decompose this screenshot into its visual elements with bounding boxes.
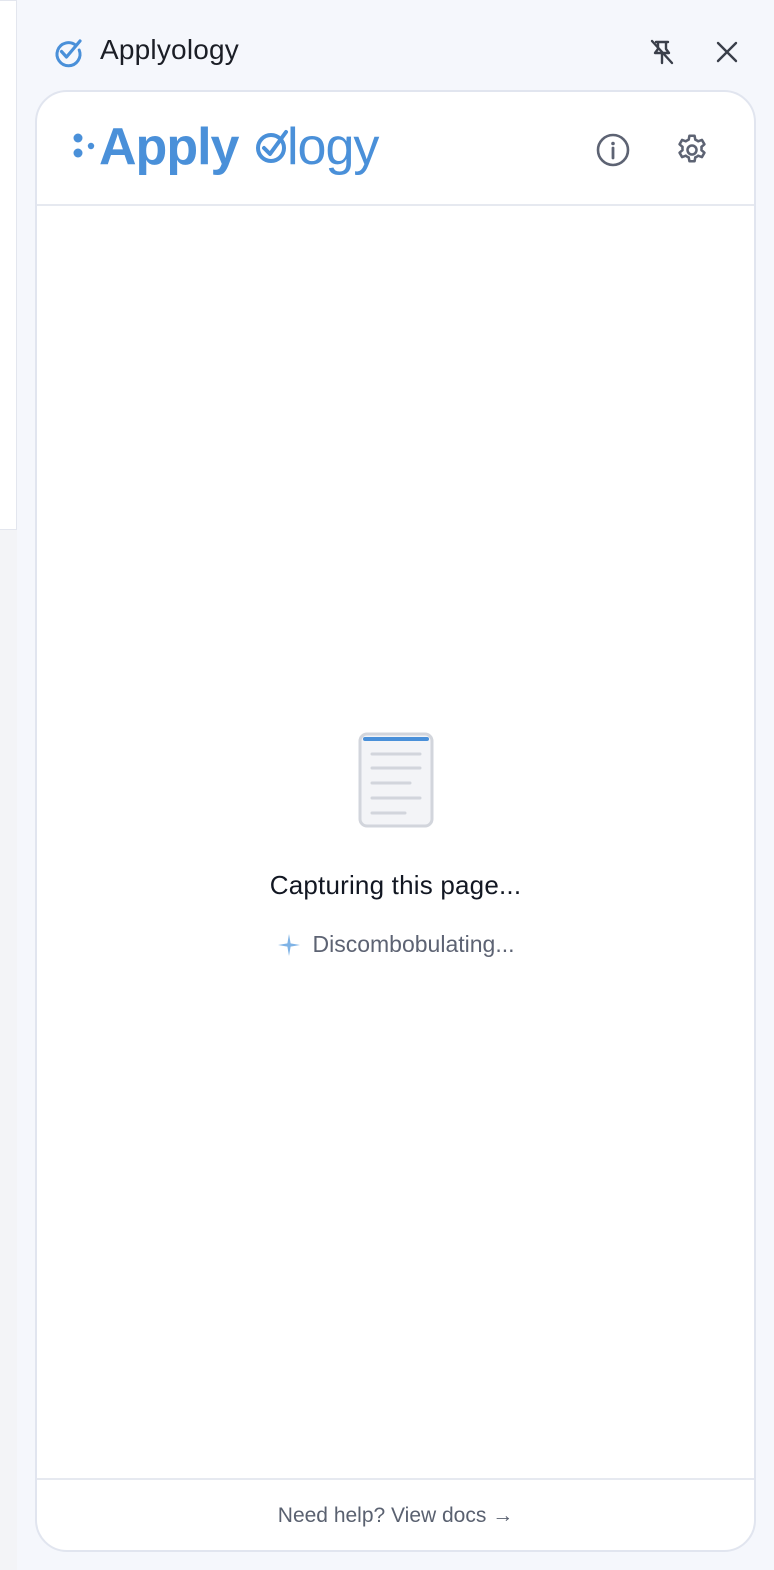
card-header: Apply logy [37,92,754,206]
unpin-button[interactable] [646,36,678,68]
sparkle-icon [277,933,300,956]
loading-status-text: Discombobulating... [312,931,515,957]
info-icon [596,133,630,167]
side-panel-header: Applyology [36,0,774,92]
loading-title: Capturing this page... [269,870,522,900]
document-icon [358,732,433,828]
card-footer: Need help? View docs → [37,1478,754,1550]
svg-text:logy: logy [287,118,379,176]
gear-icon [678,134,706,163]
background-page-lower [0,530,17,1570]
applyology-card: Apply logy Capturing this page... Discom… [35,90,756,1552]
settings-button[interactable] [672,130,712,170]
view-docs-link[interactable]: Need help? View docs → [278,1504,513,1528]
background-page-edge [0,0,17,530]
svg-text:Apply: Apply [99,118,240,176]
info-button[interactable] [593,130,633,170]
unpin-icon [650,39,674,65]
loading-state: Capturing this page... Discombobulating.… [37,732,754,958]
check-circle-icon [55,39,82,68]
loading-status: Discombobulating... [277,931,515,958]
close-button[interactable] [711,36,743,68]
close-icon [716,41,738,63]
applyology-logo: Apply logy [73,118,380,176]
panel-title: Applyology [100,34,239,65]
